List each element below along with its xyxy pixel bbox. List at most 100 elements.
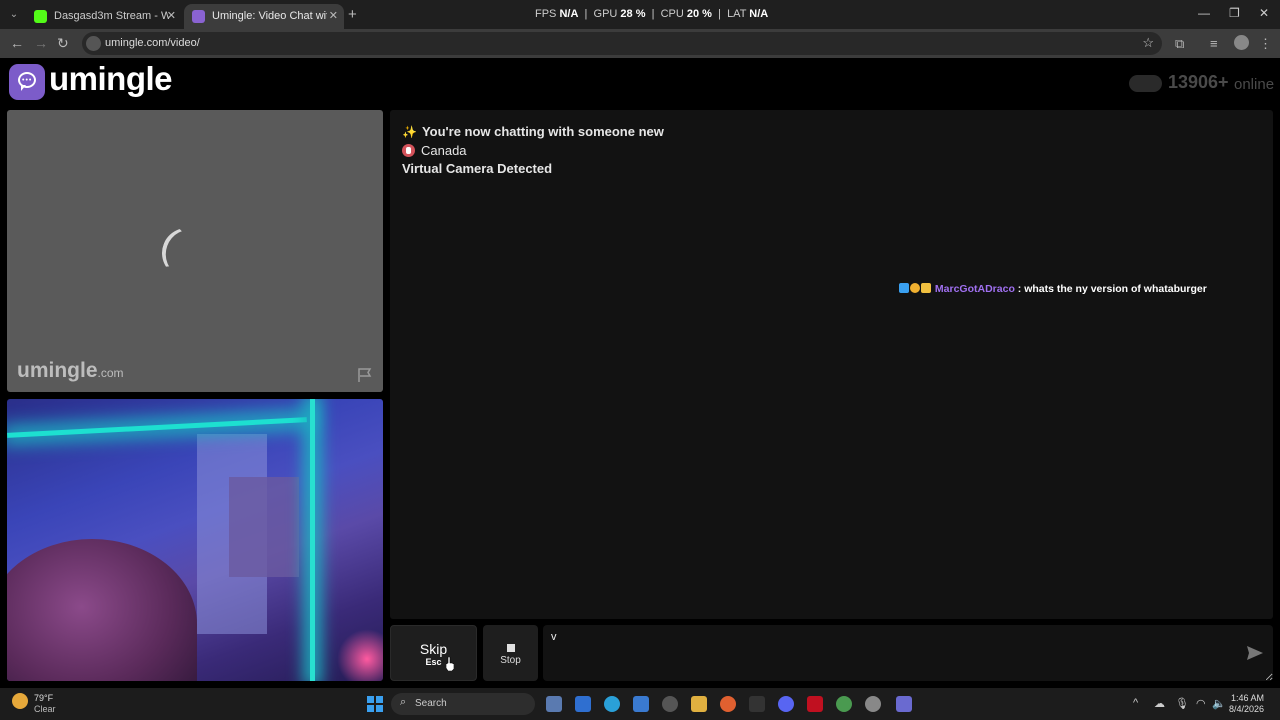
app-icon[interactable]: [896, 696, 912, 712]
stream-chat-overlay: MarcGotADraco : whats the ny version of …: [899, 283, 1207, 295]
badge-icon: [899, 283, 909, 293]
tab-title: Dasgasd3m Stream - Watch Live: [54, 10, 169, 22]
discord-icon[interactable]: [778, 696, 794, 712]
gpu-value: 28 %: [620, 8, 646, 20]
weather-moon-icon[interactable]: [12, 693, 28, 709]
chat-message-input[interactable]: [543, 625, 1273, 681]
forward-arrow-icon[interactable]: →: [34, 35, 48, 51]
task-view-icon[interactable]: [546, 696, 562, 712]
watermark-suffix: .com: [97, 366, 124, 380]
umingle-logo-icon[interactable]: •••: [9, 64, 45, 100]
canada-flag-icon: [402, 144, 415, 157]
chat-log: [390, 110, 1273, 619]
media-control-icon[interactable]: ≡: [1210, 36, 1218, 51]
light-glow-scene: [337, 629, 383, 681]
overlay-separator: :: [1014, 283, 1025, 295]
reload-icon[interactable]: ↻: [57, 35, 69, 52]
tray-chevron-up-icon[interactable]: ^: [1133, 697, 1138, 709]
cpu-value: 20 %: [686, 8, 712, 20]
tab-title: Umingle: Video Chat with Strangers: [212, 10, 327, 22]
url-text[interactable]: umingle.com/video/: [105, 37, 200, 49]
minimize-icon[interactable]: —: [1198, 6, 1210, 20]
chat-message-text: You're now chatting with someone new: [421, 124, 664, 139]
online-count: 13906+: [1168, 72, 1229, 92]
new-tab-plus-icon[interactable]: +: [348, 6, 357, 23]
overlay-text: whats the ny version of whataburger: [1024, 283, 1207, 295]
person-scene: [7, 539, 197, 681]
windows-start-icon[interactable]: [367, 696, 383, 712]
led-strip-scene: [310, 399, 315, 681]
loading-spinner-icon: [154, 220, 220, 286]
cpu-label: CPU: [660, 8, 684, 20]
report-flag-icon[interactable]: [357, 367, 373, 383]
close-tab-icon[interactable]: ✕: [329, 4, 338, 29]
settings-gear-icon[interactable]: [865, 696, 881, 712]
store-icon[interactable]: [633, 696, 649, 712]
profile-avatar-icon[interactable]: [1234, 35, 1249, 50]
weather-temp[interactable]: 79°F: [34, 693, 53, 703]
back-arrow-icon[interactable]: ←: [10, 35, 24, 51]
chrome-icon[interactable]: [836, 696, 852, 712]
gpu-label: GPU: [593, 8, 618, 20]
taskbar-search[interactable]: ⌕ Search: [391, 693, 535, 715]
lat-value: N/A: [749, 8, 769, 20]
browser-tab-bar: ⌄ Dasgasd3m Stream - Watch Live ✕ Umingl…: [0, 0, 1280, 29]
netflix-icon[interactable]: [807, 696, 823, 712]
fps-value: N/A: [559, 8, 579, 20]
skip-shortcut: Esc: [425, 657, 442, 667]
umingle-favicon-icon: [192, 10, 205, 23]
windows-taskbar: 79°F Clear ⌕ Search ^ ☁ 🎙 ◠ 🔈 1:46 AM 8/…: [0, 688, 1280, 720]
maximize-icon[interactable]: ❐: [1229, 6, 1240, 20]
stranger-video: umingle.com: [7, 110, 383, 392]
stop-button[interactable]: Stop: [483, 625, 538, 681]
cloud-icon[interactable]: ☁: [1154, 697, 1165, 710]
browser-menu-icon[interactable]: ⋮: [1259, 36, 1272, 52]
tab-kick-stream[interactable]: Dasgasd3m Stream - Watch Live ✕: [26, 4, 182, 29]
chat-message: Virtual Camera Detected: [402, 161, 552, 176]
search-icon: ⌕: [400, 696, 407, 708]
poster-scene: [229, 477, 299, 577]
firefox-icon[interactable]: [720, 696, 736, 712]
clock-time[interactable]: 1:46 AM: [1222, 693, 1264, 703]
extensions-puzzle-icon[interactable]: ⧉: [1175, 36, 1184, 52]
bookmark-star-icon[interactable]: ☆: [1142, 35, 1154, 51]
epic-games-icon[interactable]: [749, 696, 765, 712]
crown-badge-icon: [921, 283, 931, 293]
fps-label: FPS: [535, 8, 557, 20]
address-bar[interactable]: umingle.com/video/ ☆: [82, 32, 1162, 55]
performance-overlay: FPS N/A | GPU 28 % | CPU 20 % | LAT N/A: [535, 8, 769, 20]
online-label: online: [1234, 76, 1275, 93]
badge-icon: [910, 283, 920, 293]
skip-button[interactable]: Skip Esc: [390, 625, 477, 681]
sparkles-icon: ✨: [402, 125, 417, 139]
mouse-cursor-icon: [446, 657, 454, 671]
outlook-icon[interactable]: [575, 696, 591, 712]
video-watermark: umingle.com: [17, 359, 124, 383]
edge-icon[interactable]: [604, 696, 620, 712]
stop-label: Stop: [500, 655, 521, 666]
self-video: [7, 399, 383, 681]
overlay-username: MarcGotADraco: [934, 283, 1015, 295]
tab-search-chevron-icon[interactable]: ⌄: [6, 7, 22, 23]
wifi-icon[interactable]: ◠: [1196, 697, 1206, 710]
chat-message: Canada: [402, 143, 467, 158]
clock-date[interactable]: 8/4/2026: [1222, 704, 1264, 714]
watermark-brand: umingle: [17, 359, 98, 382]
online-toggle[interactable]: [1129, 75, 1162, 92]
microphone-icon[interactable]: 🎙: [1175, 697, 1189, 710]
chat-message-text: Virtual Camera Detected: [402, 161, 553, 176]
chat-message: ✨ You're now chatting with someone new: [402, 124, 664, 139]
skip-label: Skip: [419, 641, 448, 657]
site-logo-text[interactable]: umingle: [49, 60, 173, 98]
tab-umingle[interactable]: Umingle: Video Chat with Strangers ✕: [184, 4, 344, 29]
close-tab-icon[interactable]: ✕: [167, 4, 176, 29]
stop-square-icon: [507, 644, 515, 652]
close-window-icon[interactable]: ✕: [1259, 6, 1269, 20]
site-info-icon[interactable]: [86, 36, 101, 51]
lat-label: LAT: [727, 8, 747, 20]
ellipsis-icon: •••: [22, 77, 33, 84]
app-icon[interactable]: [662, 696, 678, 712]
weather-desc[interactable]: Clear: [34, 704, 56, 714]
send-arrow-icon[interactable]: [1247, 646, 1263, 660]
file-explorer-icon[interactable]: [691, 696, 707, 712]
